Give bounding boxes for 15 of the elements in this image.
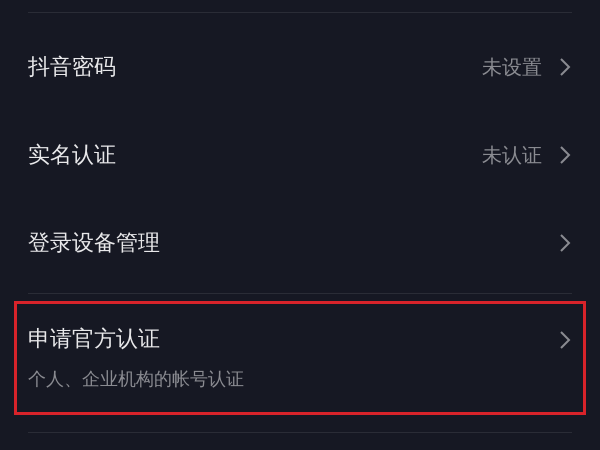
setting-description: 个人、企业机构的帐号认证	[28, 368, 245, 392]
chevron-right-icon	[558, 330, 572, 350]
highlighted-settings-row[interactable]: 申请官方认证 个人、企业机构的帐号认证	[14, 301, 586, 415]
chevron-right-icon	[558, 145, 572, 165]
chevron-right-icon	[558, 233, 572, 253]
setting-title: 申请官方认证	[28, 326, 161, 354]
chevron-right-icon	[558, 57, 572, 77]
setting-title: 登录设备管理	[28, 230, 161, 258]
setting-value: 未认证	[482, 142, 542, 169]
settings-row[interactable]: 抖音密码 未设置	[0, 23, 600, 111]
settings-row[interactable]: 实名认证 未认证	[0, 111, 600, 199]
setting-title: 实名认证	[28, 142, 117, 170]
setting-value: 未设置	[482, 54, 542, 81]
setting-title: 抖音密码	[28, 54, 117, 82]
settings-row[interactable]: 登录设备管理	[0, 199, 600, 287]
